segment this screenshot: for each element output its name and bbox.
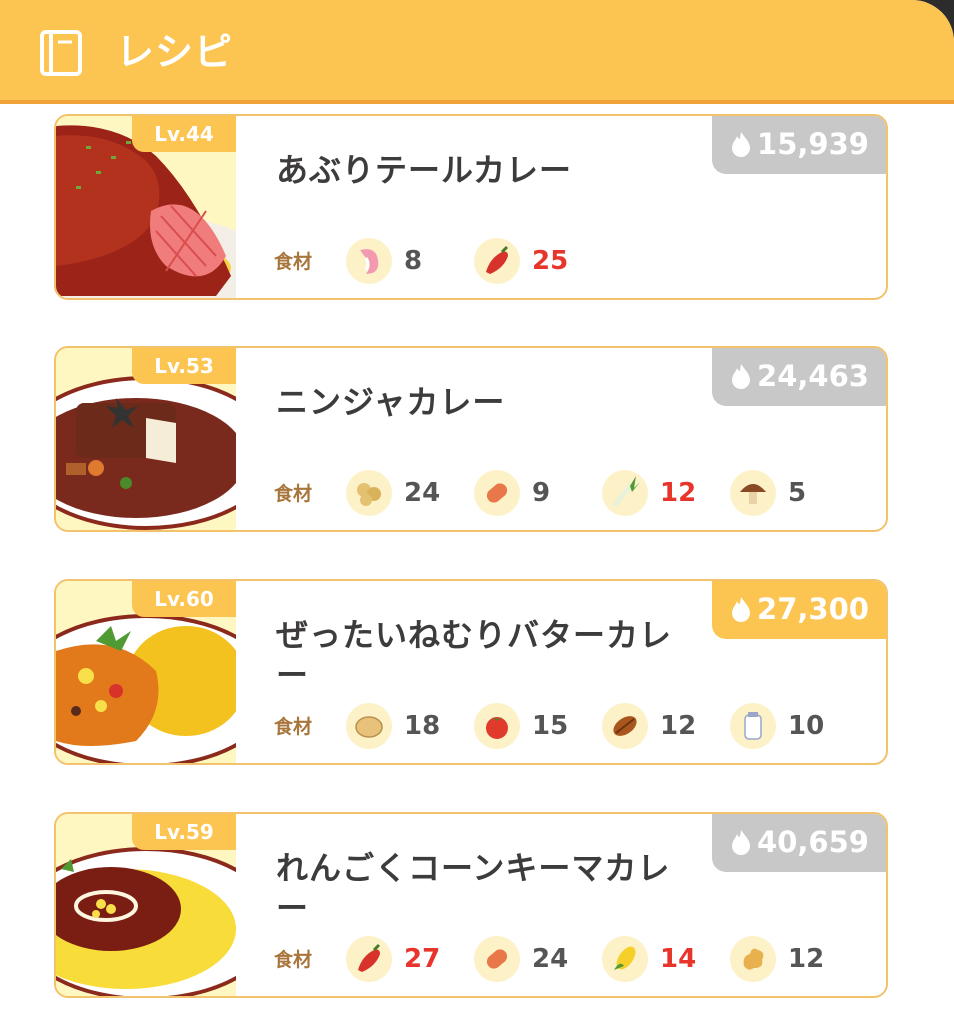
level-badge: Lv.60 <box>132 581 236 617</box>
corn-icon <box>602 936 648 982</box>
pepper-icon <box>346 936 392 982</box>
strength-badge: 24,463 <box>712 348 886 406</box>
book-icon <box>40 30 82 76</box>
cacao-icon <box>602 703 648 749</box>
recipe-name: ぜったいねむりバターカレー <box>276 616 673 694</box>
recipe-card[interactable]: Lv.60 ぜったいねむりバターカレー 27,300 食材 18 15 12 1… <box>54 579 888 765</box>
potato-icon <box>346 703 392 749</box>
flame-icon <box>732 364 751 389</box>
strength-badge: 27,300 <box>712 581 886 639</box>
ingredient-label: 食材 <box>274 716 313 738</box>
sausage-icon <box>474 936 520 982</box>
soybean-icon <box>346 470 392 516</box>
mushroom-icon <box>730 470 776 516</box>
level-badge: Lv.59 <box>132 814 236 850</box>
recipe-card[interactable]: Lv.53 ニンジャカレー 24,463 食材 24 9 12 5 <box>54 346 888 532</box>
food-image: Lv.53 <box>56 348 236 530</box>
flame-icon <box>732 132 751 157</box>
recipe-card[interactable]: Lv.59 れんごくコーンキーマカレー 40,659 食材 27 24 14 1… <box>54 812 888 998</box>
ingredient-item: 25 <box>474 238 594 286</box>
ingredient-item: 27 <box>346 936 466 984</box>
ingredient-item: 24 <box>346 470 466 518</box>
ingredient-item: 14 <box>602 936 722 984</box>
flame-icon <box>732 597 751 622</box>
page-title: レシピ <box>116 30 234 74</box>
ingredient-label: 食材 <box>274 483 313 505</box>
ingredient-item: 24 <box>474 936 594 984</box>
food-image: Lv.60 <box>56 581 236 763</box>
level-badge: Lv.44 <box>132 116 236 152</box>
ginger-icon <box>730 936 776 982</box>
strength-badge: 15,939 <box>712 116 886 174</box>
recipe-card[interactable]: Lv.44 あぶりテールカレー 15,939 食材 8 25 <box>54 114 888 300</box>
recipe-name: ニンジャカレー <box>276 383 506 421</box>
ingredient-item: 8 <box>346 238 466 286</box>
tail-icon <box>346 238 392 284</box>
ingredient-item: 5 <box>730 470 850 518</box>
ingredient-item: 12 <box>730 936 850 984</box>
ingredient-label: 食材 <box>274 949 313 971</box>
leek-icon <box>602 470 648 516</box>
ingredient-item: 18 <box>346 703 466 751</box>
ingredient-label: 食材 <box>274 251 313 273</box>
ingredient-item: 12 <box>602 470 722 518</box>
pepper-icon <box>474 238 520 284</box>
recipe-name: あぶりテールカレー <box>276 151 573 189</box>
flame-icon <box>732 830 751 855</box>
recipe-header: レシピ <box>0 0 954 104</box>
food-image: Lv.44 <box>56 116 236 298</box>
food-image: Lv.59 <box>56 814 236 996</box>
level-badge: Lv.53 <box>132 348 236 384</box>
ingredient-item: 9 <box>474 470 594 518</box>
ingredient-item: 10 <box>730 703 850 751</box>
milk-icon <box>730 703 776 749</box>
sausage-icon <box>474 470 520 516</box>
recipe-name: れんごくコーンキーマカレー <box>276 849 671 927</box>
tomato-icon <box>474 703 520 749</box>
ingredient-item: 15 <box>474 703 594 751</box>
ingredient-item: 12 <box>602 703 722 751</box>
recipe-panel: レシピ Lv.44 あぶりテールカレー 15,939 食材 8 25 Lv.53… <box>0 0 954 1024</box>
strength-badge: 40,659 <box>712 814 886 872</box>
